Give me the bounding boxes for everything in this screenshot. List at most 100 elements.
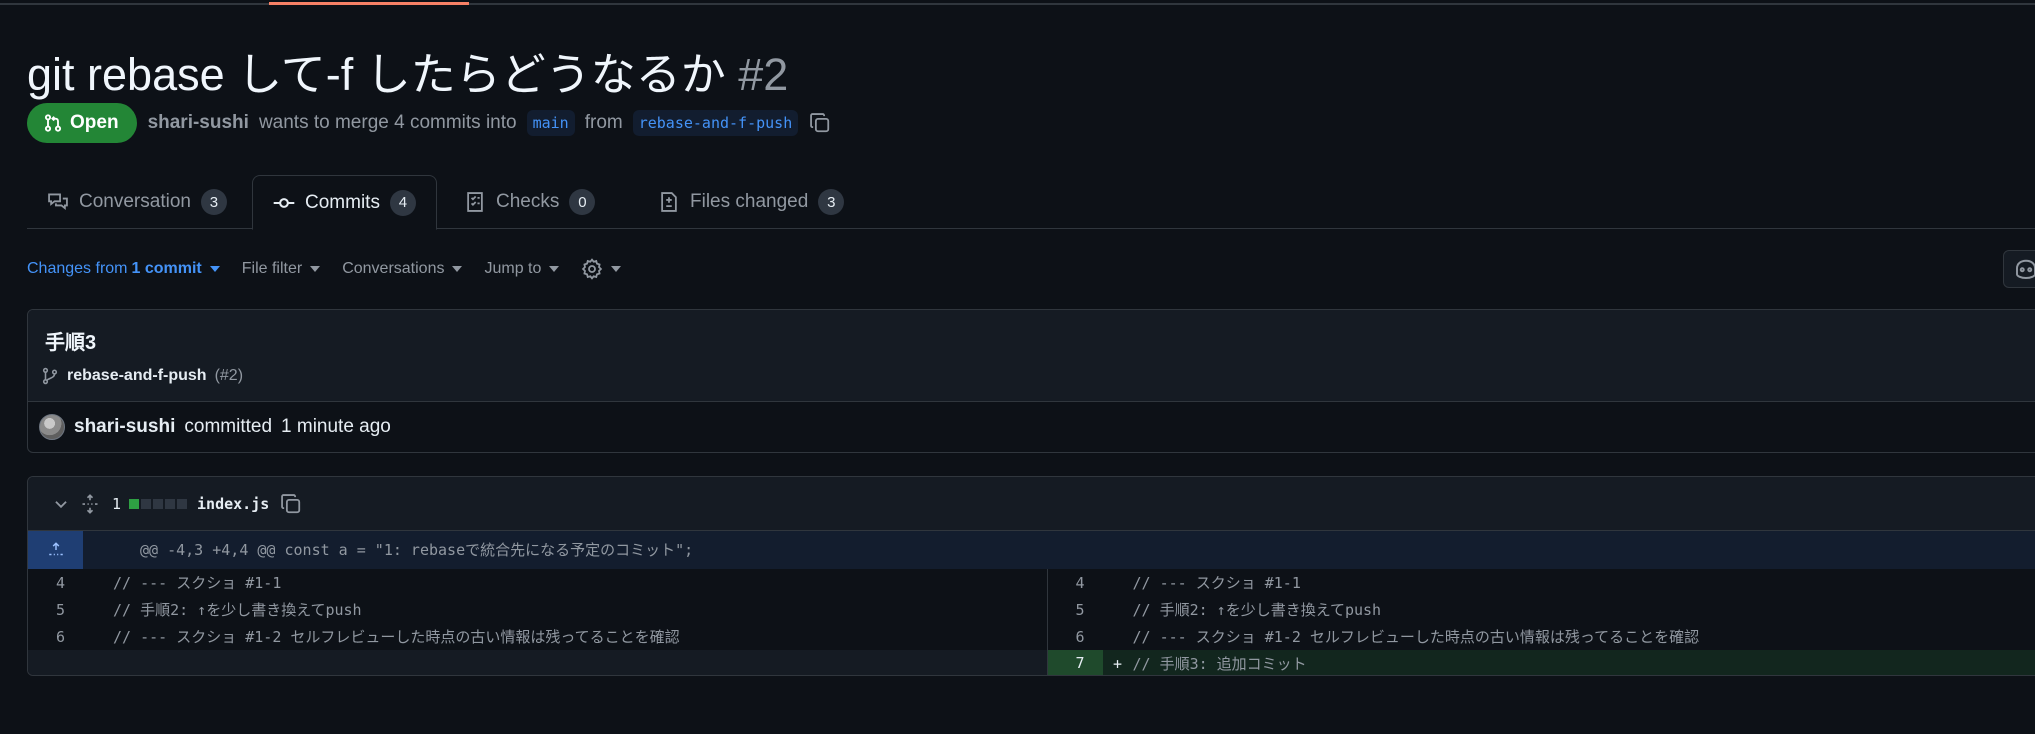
changes-from-dropdown[interactable]: Changes from 1 commit bbox=[27, 260, 220, 278]
line-number[interactable]: 7 bbox=[1047, 650, 1103, 675]
diffstat-neutral-block bbox=[177, 498, 188, 509]
status-badge: Open bbox=[27, 103, 137, 143]
tab-counter: 3 bbox=[200, 189, 227, 215]
diffstat-neutral-block bbox=[153, 498, 164, 509]
commit-icon bbox=[273, 197, 295, 208]
commit-branch: rebase-and-f-push (#2) bbox=[41, 367, 243, 385]
diff-row: 4 // --- スクショ #1-1 bbox=[1048, 569, 2035, 596]
diff-toolbar: Changes from 1 commit File filter Conver… bbox=[27, 256, 643, 282]
page-title: git rebase して-f したらどうなるか #2 bbox=[27, 38, 788, 103]
file-diff: 1 index.js @@ -4,3 +4,4 @@ const a = "1:… bbox=[27, 476, 2035, 676]
conversations-dropdown[interactable]: Conversations bbox=[342, 260, 463, 278]
jump-to-label: Jump to bbox=[484, 260, 542, 277]
hunk-header-text: @@ -4,3 +4,4 @@ const a = "1: rebaseで統合先… bbox=[140, 541, 694, 559]
avatar[interactable] bbox=[39, 414, 65, 440]
pull-request-icon bbox=[44, 114, 62, 132]
status-label: Open bbox=[70, 112, 119, 133]
diff-row: 5 // 手順2: ↑を少し書き換えてpush bbox=[28, 596, 1047, 623]
diff-settings-dropdown[interactable] bbox=[581, 258, 622, 280]
pr-number: #2 bbox=[738, 49, 789, 100]
line-number[interactable]: 6 bbox=[1048, 628, 1103, 646]
diff-row-added: 7 + // 手順3: 追加コミット bbox=[1047, 650, 2035, 675]
diff-right-side: 4 // --- スクショ #1-1 5 // 手順2: ↑を少し書き換えてpu… bbox=[1047, 569, 2035, 675]
tab-counter: 4 bbox=[389, 189, 416, 216]
commit-header: 手順3 rebase-and-f-push (#2) bbox=[28, 310, 2035, 402]
tab-label: Checks bbox=[496, 191, 560, 212]
code-line: // 手順2: ↑を少し書き換えてpush bbox=[113, 601, 362, 619]
line-number[interactable]: 5 bbox=[28, 601, 83, 619]
diffstat-neutral-block bbox=[141, 498, 152, 509]
caret-down-icon bbox=[452, 266, 463, 272]
added-marker: + bbox=[1112, 654, 1123, 673]
tab-counter: 3 bbox=[818, 189, 845, 215]
diff-left-side: 4 // --- スクショ #1-1 5 // 手順2: ↑を少し書き換えてpu… bbox=[28, 569, 1048, 675]
pr-title: git rebase して-f したらどうなるか bbox=[27, 49, 726, 100]
diffstat bbox=[129, 498, 188, 509]
changes-value: 1 commit bbox=[131, 260, 202, 277]
code-line: // --- スクショ #1-1 bbox=[1132, 574, 1301, 592]
copilot-button[interactable] bbox=[2003, 250, 2035, 288]
split-diff: 4 // --- スクショ #1-1 5 // 手順2: ↑を少し書き換えてpu… bbox=[28, 569, 2035, 675]
commit-title: 手順3 bbox=[45, 332, 97, 354]
diffstat-added-block bbox=[129, 498, 140, 509]
tab-label: Files changed bbox=[690, 191, 809, 212]
code-line: // 手順3: 追加コミット bbox=[1132, 655, 1307, 673]
tab-checks[interactable]: Checks 0 bbox=[444, 175, 615, 229]
line-number[interactable]: 5 bbox=[1048, 601, 1103, 619]
caret-down-icon bbox=[209, 266, 220, 272]
commit-author-row: shari-sushi committed 1 minute ago bbox=[39, 414, 391, 440]
file-change-count: 1 bbox=[112, 494, 122, 513]
tab-conversation[interactable]: Conversation 3 bbox=[27, 175, 247, 229]
copilot-icon bbox=[2016, 259, 2035, 279]
line-number[interactable]: 4 bbox=[28, 574, 83, 592]
line-number[interactable]: 6 bbox=[28, 628, 83, 646]
hunk-header: @@ -4,3 +4,4 @@ const a = "1: rebaseで統合先… bbox=[28, 531, 2035, 569]
caret-down-icon bbox=[310, 266, 321, 272]
merge-text: wants to merge 4 commits into bbox=[258, 112, 517, 133]
diffstat-neutral-block bbox=[165, 498, 176, 509]
base-branch-link[interactable]: main bbox=[526, 110, 575, 136]
commit-pr-ref[interactable]: (#2) bbox=[215, 367, 243, 385]
jump-to-dropdown[interactable]: Jump to bbox=[484, 260, 560, 278]
pr-author-link[interactable]: shari-sushi bbox=[148, 112, 249, 134]
file-filter-dropdown[interactable]: File filter bbox=[241, 260, 321, 278]
file-filter-label: File filter bbox=[241, 260, 303, 277]
pr-tabs: Conversation 3 Commits 4 Checks 0 Files … bbox=[27, 175, 2035, 230]
commit-branch-link[interactable]: rebase-and-f-push bbox=[67, 367, 207, 385]
code-line: // --- スクショ #1-2 セルフレビューした時点の古い情報は残ってること… bbox=[1132, 628, 1700, 646]
expand-up-button[interactable] bbox=[28, 531, 83, 569]
line-number[interactable]: 4 bbox=[1048, 574, 1103, 592]
active-nav-indicator bbox=[269, 2, 469, 5]
conversations-label: Conversations bbox=[342, 260, 445, 277]
file-header: 1 index.js bbox=[28, 477, 2035, 531]
caret-down-icon bbox=[549, 266, 560, 272]
unfold-icon[interactable] bbox=[80, 493, 100, 514]
copy-icon bbox=[281, 493, 301, 513]
file-name-link[interactable]: index.js bbox=[197, 495, 269, 513]
tab-files-changed[interactable]: Files changed 3 bbox=[638, 175, 864, 229]
code-line: // 手順2: ↑を少し書き換えてpush bbox=[1132, 601, 1382, 619]
file-diff-icon bbox=[661, 192, 677, 212]
git-branch-icon bbox=[42, 367, 58, 385]
tab-commits[interactable]: Commits 4 bbox=[252, 175, 437, 230]
diff-row: 6 // --- スクショ #1-2 セルフレビューした時点の古い情報は残ってる… bbox=[28, 623, 1047, 650]
tab-label: Commits bbox=[305, 191, 380, 213]
copy-branch-button[interactable] bbox=[808, 111, 832, 135]
diff-row: 5 // 手順2: ↑を少し書き換えてpush bbox=[1048, 596, 2035, 623]
from-text: from bbox=[584, 112, 623, 133]
conversation-icon bbox=[48, 193, 68, 211]
code-line: // --- スクショ #1-2 セルフレビューした時点の古い情報は残ってること… bbox=[113, 628, 680, 646]
head-branch-link[interactable]: rebase-and-f-push bbox=[632, 110, 799, 136]
code-line: // --- スクショ #1-1 bbox=[113, 574, 282, 592]
tab-label: Conversation bbox=[79, 191, 191, 212]
diff-row: 4 // --- スクショ #1-1 bbox=[28, 569, 1047, 596]
tab-counter: 0 bbox=[569, 189, 596, 215]
caret-down-icon bbox=[611, 266, 622, 272]
chevron-down-icon[interactable] bbox=[52, 495, 70, 513]
copy-file-path-button[interactable] bbox=[279, 492, 303, 516]
diff-row: 6 // --- スクショ #1-2 セルフレビューした時点の古い情報は残ってる… bbox=[1048, 623, 2035, 650]
pr-meta: Open shari-sushi wants to merge 4 commit… bbox=[27, 103, 832, 143]
commit-time[interactable]: 1 minute ago bbox=[281, 416, 391, 438]
commit-author-link[interactable]: shari-sushi bbox=[74, 416, 175, 438]
diff-row-empty bbox=[28, 650, 1047, 675]
